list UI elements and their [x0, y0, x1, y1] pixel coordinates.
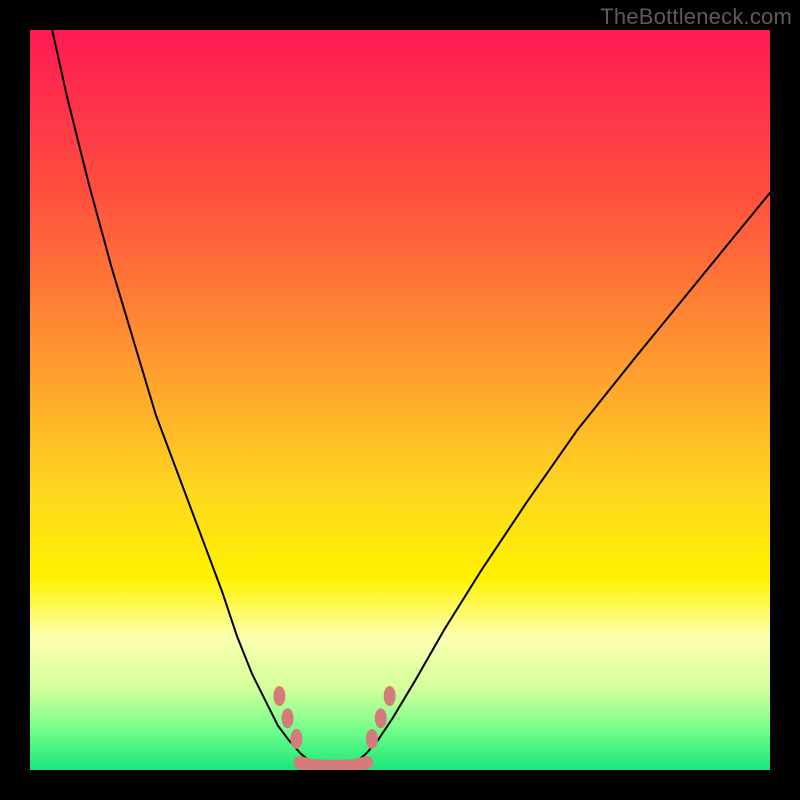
marker-left-markers-1: [282, 708, 294, 728]
chart-frame: TheBottleneck.com: [0, 0, 800, 800]
plot-background: [30, 30, 770, 770]
watermark-text: TheBottleneck.com: [600, 4, 792, 30]
marker-left-markers-0: [273, 686, 285, 706]
marker-right-markers-2: [384, 686, 396, 706]
marker-left-markers-2: [290, 729, 302, 749]
bottleneck-curve-plot: [30, 30, 770, 770]
marker-right-markers-0: [366, 729, 378, 749]
series-valley-floor: [300, 763, 367, 767]
marker-right-markers-1: [375, 708, 387, 728]
